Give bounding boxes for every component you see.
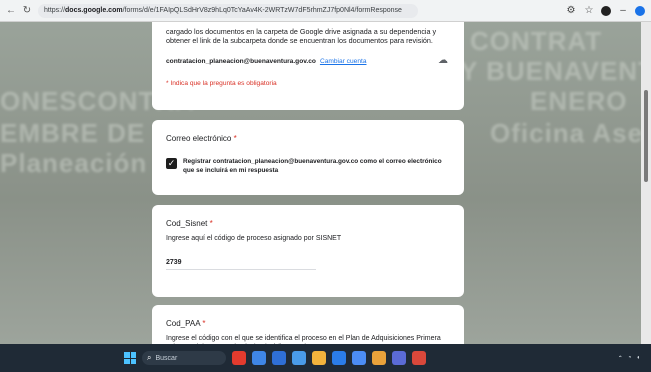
paa-question-label: Cod_PAA [166,319,201,328]
edge-icon[interactable] [272,351,286,365]
back-icon[interactable]: ← [6,5,16,16]
bg-text-5: EMBRE DE [0,118,146,148]
file-explorer-icon[interactable] [312,351,326,365]
account-email: contratacion_planeacion@buenaventura.gov… [166,57,316,65]
tray-chevron-icon[interactable]: ⌃ [618,355,623,362]
reload-icon[interactable]: ↻ [22,5,32,16]
app-icon-1[interactable] [232,351,246,365]
email-question-label: Correo electrónico [166,134,232,143]
windows-taskbar: ⌕ Buscar ⌃ ◔ ◖ [0,344,651,372]
url-prefix: https:// [44,6,66,14]
required-asterisk: * [209,219,213,228]
windows-start-icon[interactable] [124,352,136,364]
page-scrollbar[interactable] [641,22,651,344]
minimize-icon[interactable]: – [617,5,629,16]
answer-underline [166,269,316,270]
cloud-off-icon: ☁ [438,55,448,66]
system-tray: ⌃ ◔ ◖ [618,355,645,362]
url-path: /forms/d/e/1FAIpQLSdHrV8z9hLq0TcYaAv4K-2… [122,6,402,14]
volume-icon[interactable]: ◖ [636,355,640,361]
taskbar-search[interactable]: ⌕ Buscar [142,351,226,365]
email-question-title: Correo electrónico * [166,134,450,143]
required-asterisk: * [233,134,237,143]
chrome-icon[interactable] [352,351,366,365]
form-header-card: cargado los documentos en la carpeta de … [152,22,464,110]
record-email-checkbox[interactable]: ✓ [166,158,177,169]
account-row: contratacion_planeacion@buenaventura.gov… [166,56,450,66]
sisnet-question-title: Cod_Sisnet * [166,219,450,228]
bg-text-1: CONTRAT [470,26,603,56]
bg-text-7: Planeación [0,148,148,178]
profile-avatar[interactable] [601,5,611,16]
bookmark-star-icon[interactable]: ☆ [583,5,595,16]
sisnet-question-description: Ingrese aquí el código de proceso asigna… [166,235,342,242]
bg-text-2: Y BUENAVENTUR [460,56,651,86]
switch-account-link[interactable]: Cambiar cuenta [320,58,367,65]
app-icon-2[interactable] [292,351,306,365]
sisnet-question-card: Cod_Sisnet * Ingrese aquí el código de p… [152,205,464,297]
task-view-icon[interactable] [252,351,266,365]
record-email-row: ✓ Registrar contratacion_planeacion@buen… [166,157,450,175]
sisnet-answer-input[interactable]: 2739 [166,259,450,266]
url-host: docs.google.com [65,6,123,14]
required-asterisk: * [202,319,206,328]
record-email-label[interactable]: Registrar contratacion_planeacion@buenav… [183,157,450,175]
app-icon-6[interactable] [412,351,426,365]
search-placeholder: Buscar [155,354,178,362]
chat-button[interactable] [635,5,645,16]
paa-question-title: Cod_PAA * [166,319,450,328]
bg-text-4: ENERO [530,86,628,116]
form-intro-text: cargado los documentos en la carpeta de … [166,27,437,45]
app-icon-5[interactable] [392,351,406,365]
search-icon: ⌕ [147,353,152,362]
browser-toolbar: ← ↻ https://docs.google.com/forms/d/e/1F… [0,0,651,22]
bg-text-6: Oficina Ase [490,118,644,148]
address-bar[interactable]: https://docs.google.com/forms/d/e/1FAIpQ… [38,3,418,18]
extensions-icon[interactable]: ⚙ [565,5,577,16]
chat-icon [635,5,645,16]
app-icon-4[interactable] [372,351,386,365]
app-icon-3[interactable] [332,351,346,365]
wifi-icon[interactable]: ◔ [628,355,632,361]
scrollbar-thumb[interactable] [644,90,648,182]
sisnet-question-label: Cod_Sisnet [166,219,208,228]
required-note: * Indica que la pregunta es obligatoria [166,80,277,87]
email-question-card: Correo electrónico * ✓ Registrar contrat… [152,120,464,195]
